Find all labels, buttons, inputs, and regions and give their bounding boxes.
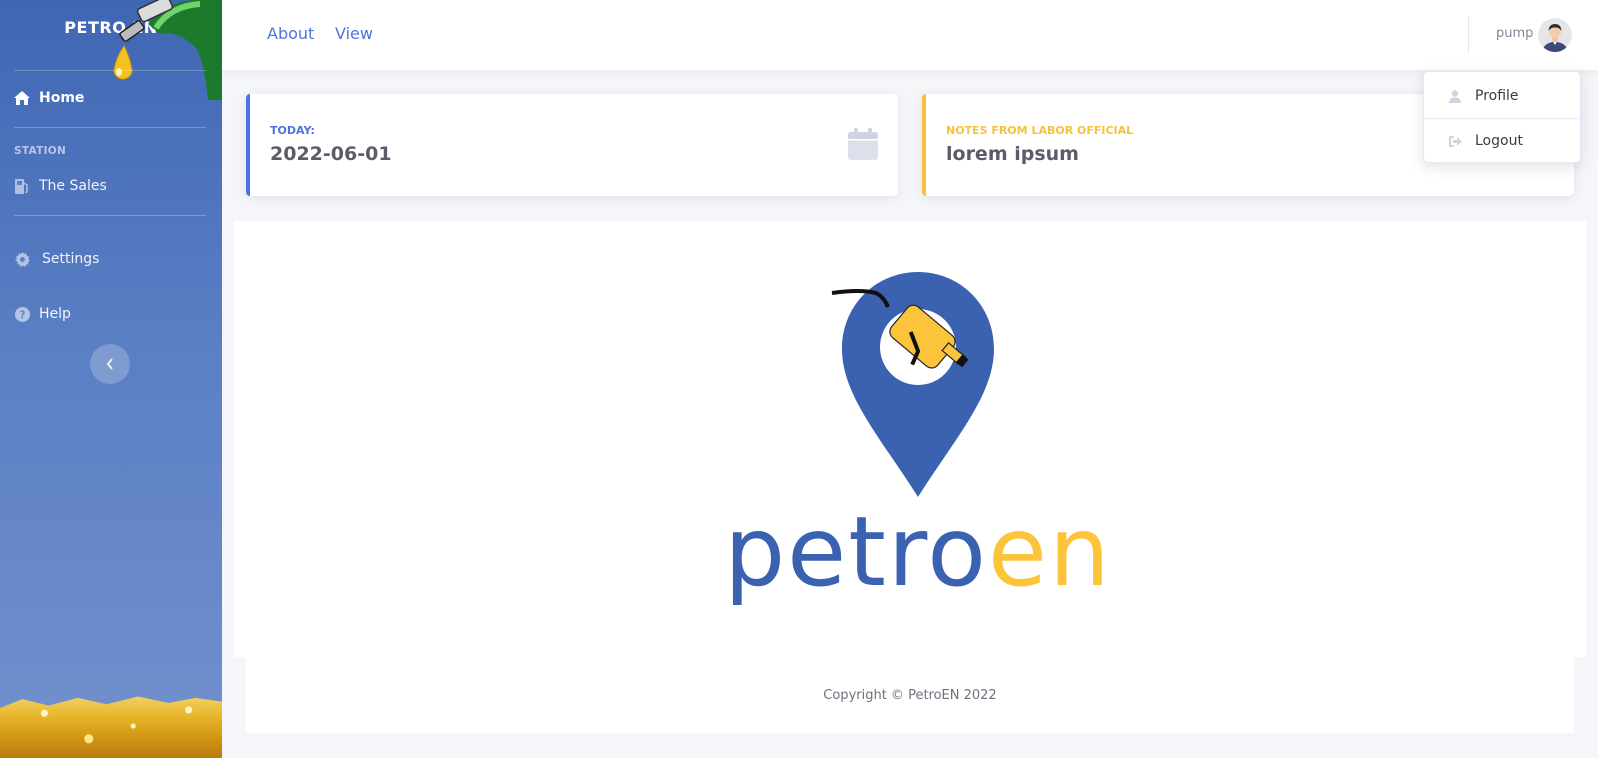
topbar: About View pump <box>222 0 1598 70</box>
card-accent-bar <box>246 94 250 196</box>
card-label: NOTES FROM LABOR OFFICIAL <box>946 124 1134 137</box>
logo-word-part2: en <box>988 496 1108 607</box>
calendar-icon <box>848 128 878 160</box>
sidebar-divider <box>14 70 206 71</box>
sidebar-divider <box>14 215 206 216</box>
user-dropdown-menu: Profile Logout <box>1423 71 1581 163</box>
home-icon <box>14 90 30 106</box>
fuel-nozzle-icon <box>113 0 222 100</box>
sidebar-item-label: The Sales <box>39 178 107 194</box>
card-accent-bar <box>922 94 926 196</box>
question-circle-icon: ? <box>14 306 30 322</box>
sidebar-item-label: Help <box>39 306 71 322</box>
sidebar-item-help[interactable]: ? Help <box>14 306 71 322</box>
gas-pump-icon <box>14 178 30 194</box>
user-name[interactable]: pump <box>1496 26 1533 41</box>
sidebar-divider <box>14 127 206 128</box>
sidebar-toggle-button[interactable] <box>90 344 130 384</box>
topbar-divider <box>1468 16 1469 54</box>
logo-word-part1: petro <box>728 496 988 607</box>
sidebar-heading: STATION <box>14 145 67 157</box>
today-card: TODAY: 2022-06-01 <box>246 94 898 196</box>
copyright-text: Copyright © PetroEN 2022 <box>823 687 997 703</box>
dropdown-item-profile[interactable]: Profile <box>1424 74 1580 118</box>
logo-wordmark: petroen <box>728 496 1108 607</box>
sidebar-item-sales[interactable]: The Sales <box>14 178 107 194</box>
sign-out-icon <box>1449 135 1463 147</box>
dropdown-item-logout[interactable]: Logout <box>1424 119 1580 163</box>
sidebar-item-home[interactable]: Home <box>14 90 84 106</box>
dropdown-item-label: Profile <box>1475 88 1519 104</box>
dropdown-item-label: Logout <box>1475 133 1523 149</box>
sidebar-item-label: Settings <box>42 251 100 267</box>
card-label: TODAY: <box>270 124 315 137</box>
card-value: 2022-06-01 <box>270 143 392 165</box>
svg-text:?: ? <box>19 309 25 321</box>
nav-link-view[interactable]: View <box>335 24 373 43</box>
card-value: lorem ipsum <box>946 143 1079 165</box>
sidebar-item-label: Home <box>39 90 85 106</box>
gear-icon <box>14 251 30 267</box>
avatar[interactable] <box>1538 18 1572 52</box>
logo-panel: petroen <box>234 221 1586 657</box>
footer: Copyright © PetroEN 2022 <box>246 657 1574 733</box>
user-icon <box>1449 89 1463 103</box>
petroen-logo: petroen <box>728 272 1108 607</box>
sidebar-item-settings[interactable]: Settings <box>14 251 99 267</box>
sidebar: PETRO EN Home STATION The Sales Settings… <box>0 0 222 758</box>
beer-decoration <box>0 696 222 758</box>
nav-link-about[interactable]: About <box>267 24 314 43</box>
chevron-left-icon <box>106 355 114 374</box>
